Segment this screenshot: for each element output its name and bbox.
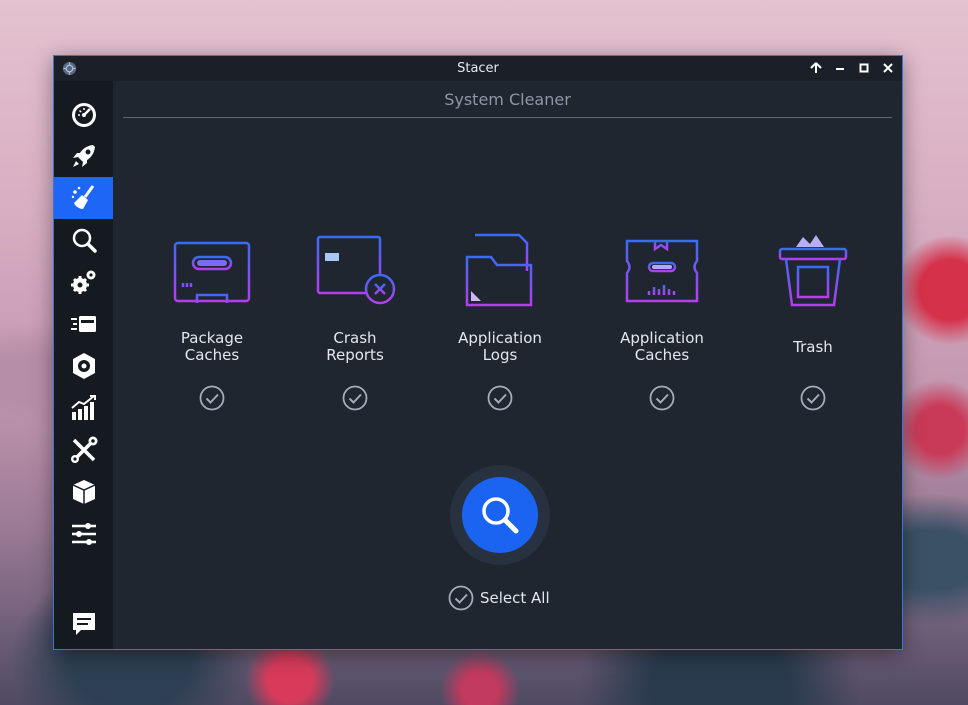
sidebar-item-services[interactable] xyxy=(54,261,113,303)
keep-above-button[interactable] xyxy=(808,60,824,76)
package-cache-icon xyxy=(173,237,251,303)
sidebar-item-dashboard[interactable] xyxy=(54,93,113,135)
sidebar-item-feedback[interactable] xyxy=(54,603,113,645)
sidebar-item-apt-repository[interactable] xyxy=(54,471,113,513)
maximize-button[interactable] xyxy=(856,60,872,76)
sidebar-item-settings[interactable] xyxy=(54,513,113,555)
scan-button[interactable] xyxy=(462,477,538,553)
category-label: Application Logs xyxy=(458,329,542,364)
select-all-label: Select All xyxy=(480,589,550,607)
maximize-icon xyxy=(859,63,869,73)
select-all-checkbox[interactable]: Select All xyxy=(448,585,550,611)
system-cleaner-panel: System Cleaner Package Caches Crash Repo… xyxy=(113,81,902,649)
close-button[interactable] xyxy=(880,60,896,76)
checkbox-checked-icon[interactable] xyxy=(800,385,826,411)
minimize-button[interactable] xyxy=(832,60,848,76)
category-package-caches[interactable]: Package Caches xyxy=(142,231,282,411)
category-label: Application Caches xyxy=(620,329,704,364)
category-crash-reports[interactable]: Crash Reports xyxy=(285,231,425,411)
checkbox-checked-icon[interactable] xyxy=(487,385,513,411)
arrow-up-icon xyxy=(810,62,822,73)
application-cache-icon xyxy=(625,239,699,303)
crash-report-icon xyxy=(316,235,396,305)
disk-icon xyxy=(72,353,95,379)
processes-icon xyxy=(70,316,96,332)
chat-icon xyxy=(72,613,95,635)
search-icon xyxy=(482,497,519,534)
sidebar-item-uninstaller[interactable] xyxy=(54,345,113,387)
magnifier-icon xyxy=(72,228,97,253)
sliders-icon xyxy=(71,523,96,545)
speedometer-icon xyxy=(71,103,96,127)
broom-icon xyxy=(71,185,94,209)
application-logs-icon xyxy=(465,233,535,307)
sidebar-item-system-cleaner[interactable] xyxy=(54,177,113,219)
sidebar-item-processes[interactable] xyxy=(54,303,113,345)
category-label: Crash Reports xyxy=(326,329,384,364)
sidebar-item-startup-apps[interactable] xyxy=(54,135,113,177)
page-title: System Cleaner xyxy=(444,90,571,109)
title-divider xyxy=(123,117,892,118)
category-trash[interactable]: Trash xyxy=(743,231,883,411)
checkbox-checked-icon[interactable] xyxy=(342,385,368,411)
sidebar-item-search[interactable] xyxy=(54,219,113,261)
category-application-caches[interactable]: Application Caches xyxy=(592,231,732,411)
trash-basket-icon xyxy=(778,235,848,307)
window-title: Stacer xyxy=(457,61,499,76)
app-window: Stacer System Cleaner Package Caches Cra… xyxy=(53,55,903,650)
checkbox-checked-icon[interactable] xyxy=(199,385,225,411)
category-application-logs[interactable]: Application Logs xyxy=(430,231,570,411)
title-bar[interactable]: Stacer xyxy=(54,56,902,81)
close-icon xyxy=(883,63,893,73)
tools-icon xyxy=(70,436,97,463)
sidebar-item-helpers[interactable] xyxy=(54,429,113,471)
category-label: Package Caches xyxy=(180,329,244,364)
checkbox-checked-icon[interactable] xyxy=(649,385,675,411)
rocket-icon xyxy=(72,145,95,167)
scan-button-ring xyxy=(450,465,550,565)
checkbox-checked-icon[interactable] xyxy=(448,585,474,611)
bar-chart-icon xyxy=(70,395,96,420)
minimize-icon xyxy=(836,68,844,70)
sidebar-item-resources[interactable] xyxy=(54,387,113,429)
sidebar xyxy=(54,81,113,649)
category-label: Trash xyxy=(793,337,833,356)
box-icon xyxy=(72,480,95,504)
gears-icon xyxy=(70,270,95,294)
